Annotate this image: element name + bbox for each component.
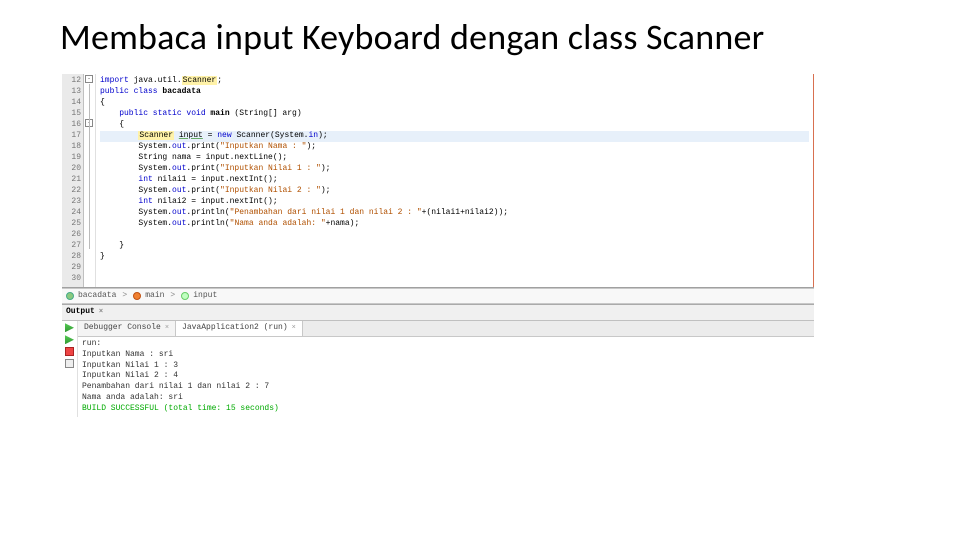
code-line[interactable] <box>100 274 809 285</box>
code-line[interactable]: } <box>100 252 809 263</box>
slide-title: Membaca input Keyboard dengan class Scan… <box>0 0 960 66</box>
line-number: 23 <box>62 197 81 208</box>
line-number: 13 <box>62 87 81 98</box>
line-number: 17 <box>62 131 81 142</box>
line-number: 18 <box>62 142 81 153</box>
console-line: BUILD SUCCESSFUL (total time: 15 seconds… <box>82 404 810 415</box>
breadcrumb-item[interactable]: input <box>193 291 217 302</box>
fold-line <box>89 84 90 249</box>
fold-toggle-icon[interactable]: - <box>85 75 93 83</box>
fold-column: - - <box>84 74 96 287</box>
line-number: 15 <box>62 109 81 120</box>
output-panel: Output × Debugger Console×JavaApplicatio… <box>62 304 814 416</box>
code-line[interactable]: public class bacadata <box>100 87 809 98</box>
output-title-label: Output <box>66 307 95 318</box>
chevron-right-icon <box>120 291 129 302</box>
save-output-icon[interactable] <box>65 359 74 368</box>
line-number: 25 <box>62 219 81 230</box>
code-line[interactable]: public static void main (String[] arg) <box>100 109 809 120</box>
line-number: 28 <box>62 252 81 263</box>
class-icon <box>66 292 74 300</box>
line-number: 20 <box>62 164 81 175</box>
code-line[interactable]: import java.util.Scanner; <box>100 76 809 87</box>
code-line[interactable] <box>100 263 809 274</box>
code-area: 12131415161718192021222324252627282930 -… <box>62 74 814 288</box>
close-icon[interactable]: × <box>165 324 169 333</box>
console-line: Inputkan Nilai 1 : 3 <box>82 361 810 372</box>
stop-icon[interactable] <box>65 347 74 356</box>
line-number: 29 <box>62 263 81 274</box>
code-line[interactable]: } <box>100 241 809 252</box>
line-number: 24 <box>62 208 81 219</box>
breadcrumb-bar: bacadata main input <box>62 288 814 305</box>
output-tab[interactable]: Debugger Console × <box>78 321 176 336</box>
close-icon[interactable]: × <box>99 308 103 317</box>
line-number: 27 <box>62 241 81 252</box>
close-icon[interactable]: × <box>292 324 296 333</box>
method-icon <box>133 292 141 300</box>
variable-icon <box>181 292 189 300</box>
code-line[interactable]: System.out.println("Nama anda adalah: "+… <box>100 219 809 230</box>
code-line[interactable]: Scanner input = new Scanner(System.in); <box>100 131 809 142</box>
output-tab[interactable]: JavaApplication2 (run) × <box>176 321 303 336</box>
code-line[interactable]: int nilai1 = input.nextInt(); <box>100 175 809 186</box>
line-number: 14 <box>62 98 81 109</box>
line-number: 12 <box>62 76 81 87</box>
output-tabs: Debugger Console × JavaApplication2 (run) × <box>78 321 814 337</box>
line-number: 21 <box>62 175 81 186</box>
code-line[interactable]: System.out.print("Inputkan Nama : "); <box>100 142 809 153</box>
code-line[interactable]: System.out.println("Penambahan dari nila… <box>100 208 809 219</box>
code-line[interactable]: System.out.print("Inputkan Nilai 1 : "); <box>100 164 809 175</box>
console-line: run: <box>82 339 810 350</box>
output-panel-title: Output × <box>62 305 814 321</box>
console-line: Inputkan Nilai 2 : 4 <box>82 371 810 382</box>
code-line[interactable] <box>100 230 809 241</box>
line-number: 26 <box>62 230 81 241</box>
code-line[interactable]: { <box>100 98 809 109</box>
line-number: 19 <box>62 153 81 164</box>
console-line: Penambahan dari nilai 1 dan nilai 2 : 7 <box>82 382 810 393</box>
output-tab-label: Debugger Console <box>84 323 161 334</box>
rerun-icon[interactable] <box>65 335 74 344</box>
code-line[interactable]: { <box>100 120 809 131</box>
line-number-gutter: 12131415161718192021222324252627282930 <box>62 74 84 287</box>
output-console[interactable]: run:Inputkan Nama : sriInputkan Nilai 1 … <box>78 337 814 417</box>
code-line[interactable]: System.out.print("Inputkan Nilai 2 : "); <box>100 186 809 197</box>
console-line: Inputkan Nama : sri <box>82 350 810 361</box>
output-toolbar <box>62 321 78 416</box>
line-number: 16 <box>62 120 81 131</box>
output-tab-label: JavaApplication2 (run) <box>182 323 288 334</box>
line-number: 30 <box>62 274 81 285</box>
ide-panel: 12131415161718192021222324252627282930 -… <box>62 74 814 417</box>
code-line[interactable]: String nama = input.nextLine(); <box>100 153 809 164</box>
console-line: Nama anda adalah: sri <box>82 393 810 404</box>
breadcrumb-item[interactable]: main <box>145 291 164 302</box>
run-icon[interactable] <box>65 323 74 332</box>
code-editor[interactable]: import java.util.Scanner;public class ba… <box>96 74 814 287</box>
breadcrumb-item[interactable]: bacadata <box>78 291 116 302</box>
line-number: 22 <box>62 186 81 197</box>
code-line[interactable]: int nilai2 = input.nextInt(); <box>100 197 809 208</box>
chevron-right-icon <box>168 291 177 302</box>
